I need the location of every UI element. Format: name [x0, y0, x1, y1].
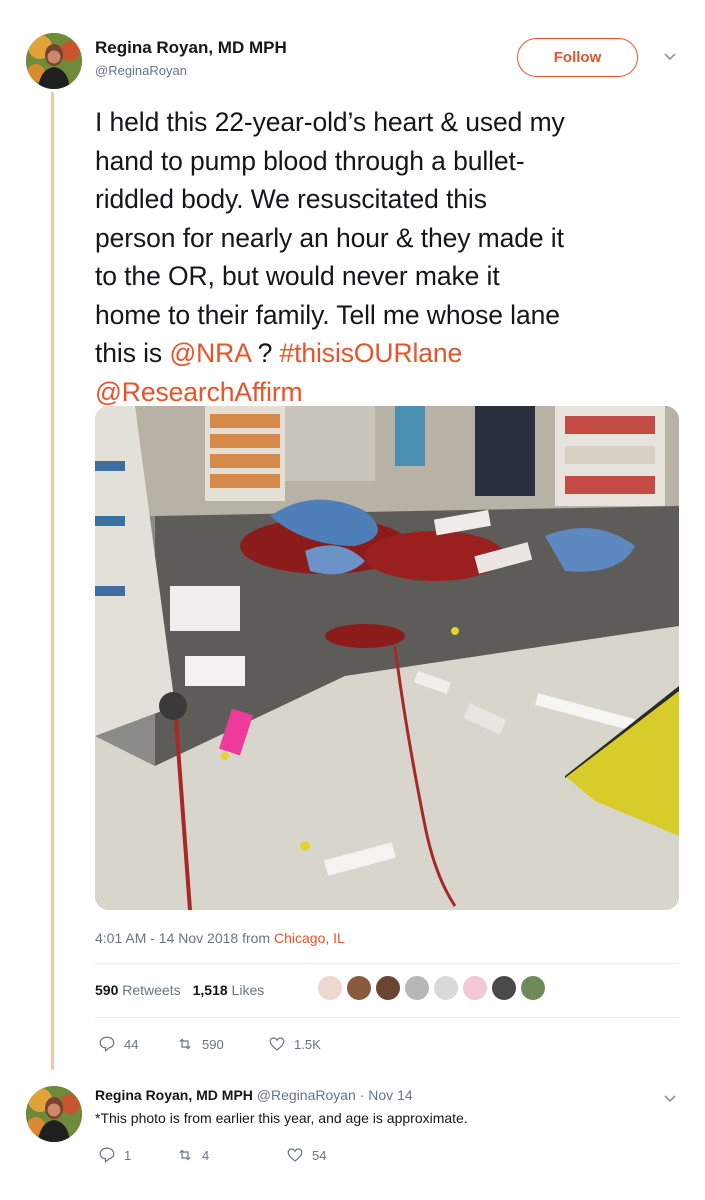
reply-meta[interactable]: @ReginaRoyan · Nov 14: [257, 1087, 413, 1103]
retweet-action[interactable]: 4: [176, 1146, 286, 1164]
liker-avatar[interactable]: [520, 975, 546, 1001]
tweet-text-line: person for nearly an hour & they made it: [95, 222, 564, 253]
tweet-timestamp: 4:01 AM - 14 Nov 2018 from Chicago, IL: [95, 930, 345, 946]
timestamp-text[interactable]: 4:01 AM - 14 Nov 2018 from: [95, 930, 274, 946]
retweet-icon: [179, 1038, 191, 1050]
retweet-count: 590: [202, 1036, 224, 1052]
liker-avatar[interactable]: [404, 975, 430, 1001]
reply-count: 44: [124, 1036, 139, 1052]
location-link[interactable]: Chicago, IL: [274, 930, 345, 946]
heart-icon: [287, 1148, 303, 1162]
reply-icon: [99, 1147, 115, 1163]
tweet-photo[interactable]: [95, 406, 679, 910]
likes-stat[interactable]: 1,518 Likes: [193, 982, 265, 998]
tweet-text-line: this is @NRA ? #thisisOURlane: [95, 334, 685, 373]
liker-avatar[interactable]: [317, 975, 343, 1001]
heart-icon: [269, 1037, 285, 1051]
engagement-stats: 590 Retweets 1,518 Likes: [95, 982, 264, 998]
thread-connector-line: [51, 92, 54, 1070]
tweet-text-line: riddled body. We resuscitated this: [95, 184, 487, 214]
liker-avatar[interactable]: [462, 975, 488, 1001]
liker-avatar[interactable]: [375, 975, 401, 1001]
like-count: 1.5K: [294, 1036, 321, 1052]
avatar-image: [26, 1086, 82, 1142]
follow-button[interactable]: Follow: [517, 38, 638, 77]
display-name[interactable]: Regina Royan, MD MPH: [95, 38, 287, 58]
tweet-actions: 44 590 1.5K: [98, 1035, 321, 1053]
reply-display-name[interactable]: Regina Royan, MD MPH: [95, 1087, 253, 1103]
reply-actions: 1 4 54: [98, 1146, 326, 1164]
avatar-image: [26, 33, 82, 89]
tweet-text-line: hand to pump blood through a bullet-: [95, 145, 525, 176]
reply-icon: [99, 1036, 115, 1052]
mention-link-nra[interactable]: @NRA: [169, 338, 250, 368]
mention-link-researchaffirm[interactable]: @ResearchAffirm: [95, 377, 303, 407]
reply-text: *This photo is from earlier this year, a…: [95, 1110, 468, 1126]
retweet-icon: [179, 1149, 191, 1161]
reply-action[interactable]: 44: [98, 1035, 176, 1053]
liker-avatar[interactable]: [346, 975, 372, 1001]
tweet-text-fragment: this is: [95, 338, 170, 368]
likes-label: Likes: [231, 982, 265, 998]
reply-avatar[interactable]: [26, 1086, 82, 1142]
chevron-down-icon[interactable]: [663, 50, 677, 65]
retweet-action[interactable]: 590: [176, 1035, 268, 1053]
divider: [95, 1017, 679, 1018]
retweets-stat[interactable]: 590 Retweets: [95, 982, 181, 998]
liker-avatar[interactable]: [433, 975, 459, 1001]
retweets-label: Retweets: [122, 982, 181, 998]
retweet-count: 4: [202, 1147, 210, 1163]
liker-avatars: [317, 975, 546, 1001]
chevron-down-icon[interactable]: [663, 1092, 677, 1107]
tweet-text-line: I held this 22-year-old’s heart & used m…: [95, 107, 565, 137]
reply-header: Regina Royan, MD MPH @ReginaRoyan · Nov …: [95, 1087, 413, 1103]
tweet-text-line: home to their family. Tell me whose lane: [95, 299, 560, 330]
tweet-text-fragment: ?: [250, 338, 280, 368]
retweets-count: 590: [95, 982, 119, 998]
tweet-text: I held this 22-year-old’s heart & used m…: [95, 103, 685, 411]
reply-count: 1: [124, 1147, 132, 1163]
divider: [95, 963, 679, 964]
avatar[interactable]: [26, 33, 82, 89]
photo-image: [95, 406, 679, 910]
hashtag-link[interactable]: #thisisOURlane: [279, 338, 462, 368]
like-action[interactable]: 1.5K: [268, 1035, 321, 1053]
author-block: Regina Royan, MD MPH @ReginaRoyan: [95, 38, 287, 78]
handle[interactable]: @ReginaRoyan: [95, 63, 287, 78]
reply-action[interactable]: 1: [98, 1146, 176, 1164]
like-action[interactable]: 54: [286, 1146, 326, 1164]
tweet-text-line: to the OR, but would never make it: [95, 261, 500, 291]
likes-count: 1,518: [192, 982, 228, 998]
like-count: 54: [312, 1147, 327, 1163]
liker-avatar[interactable]: [491, 975, 517, 1001]
